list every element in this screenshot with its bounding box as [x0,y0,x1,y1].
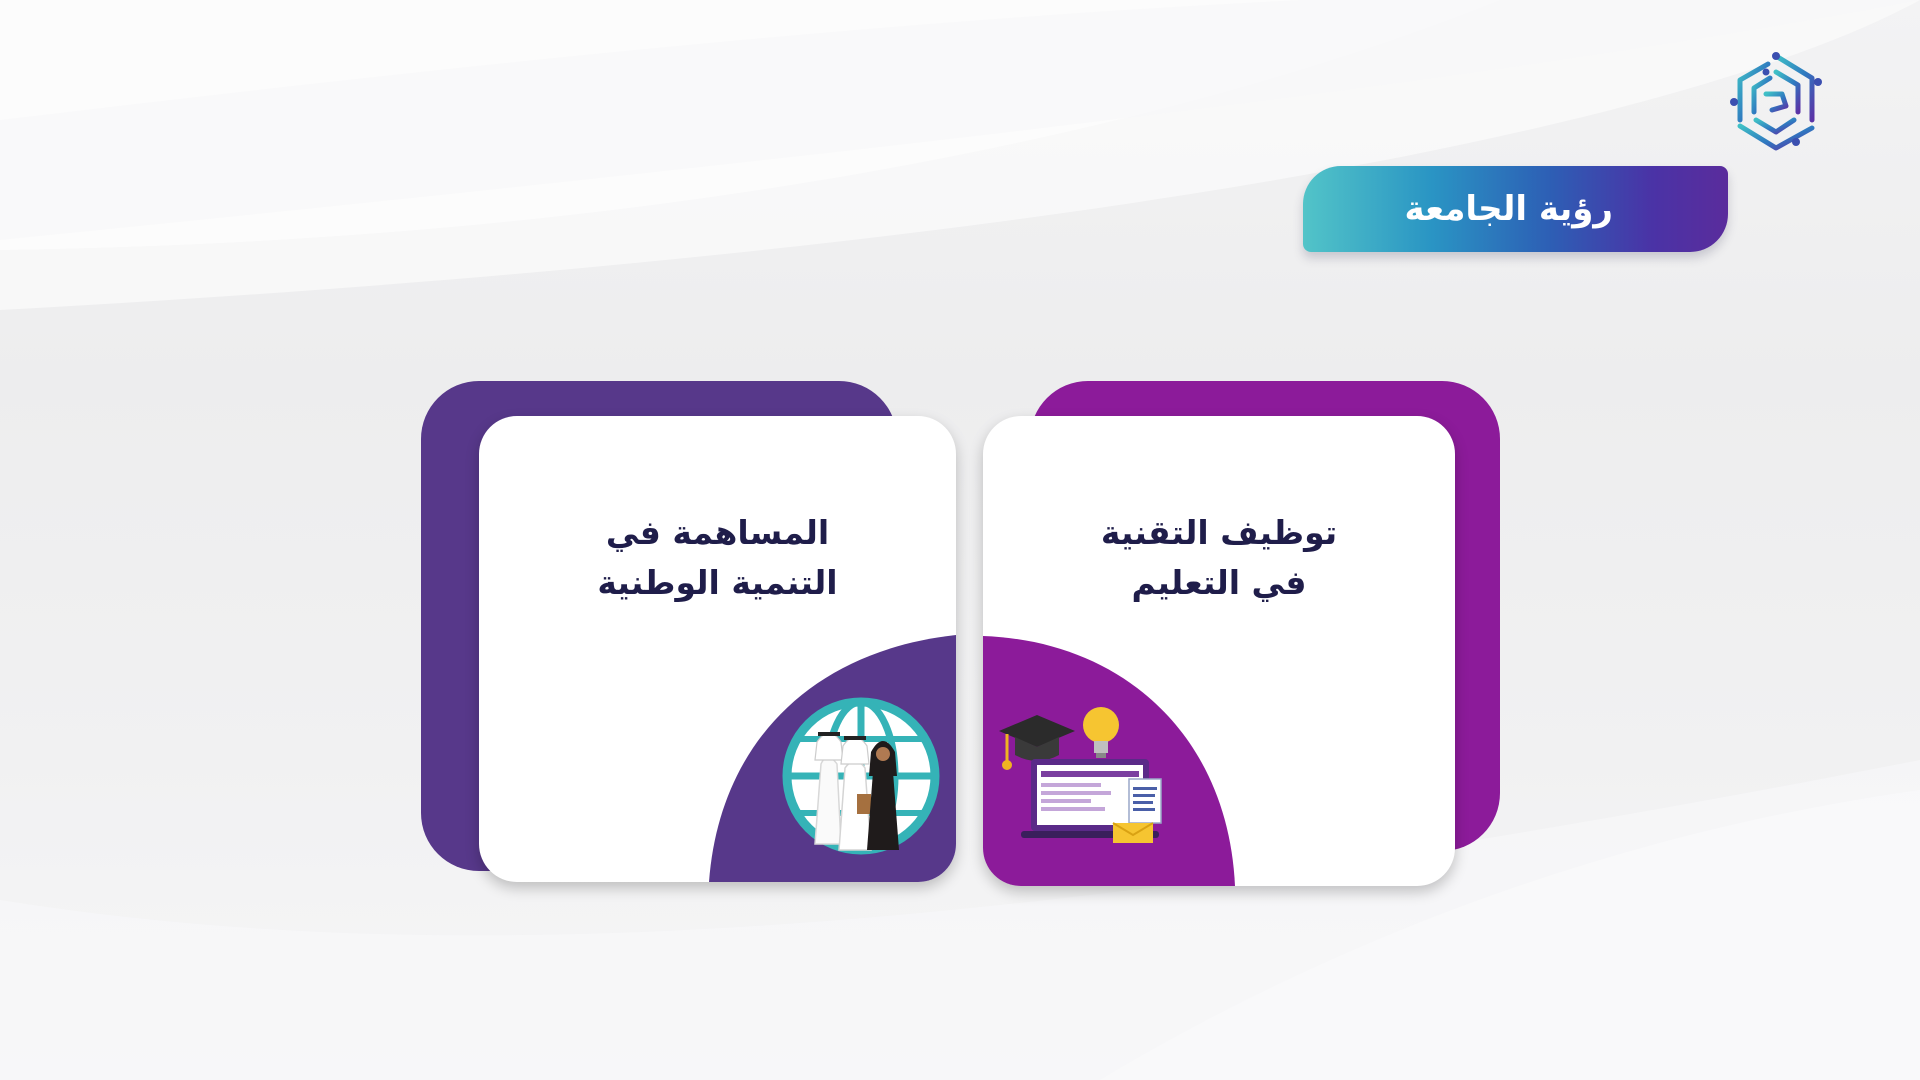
card-title-line-1: توظيف التقنية [1100,513,1338,552]
background-waves [0,0,1920,1080]
card-title-line-2: في التعليم [1131,563,1307,602]
card-national-development: المساهمة في التنمية الوطنية [479,416,956,882]
university-logo-icon [1730,52,1822,151]
card-title: توظيف التقنية في التعليم [983,508,1455,608]
card-title-line-1: المساهمة في [605,513,830,552]
education-technology-illustration [999,707,1162,843]
section-title: رؤية الجامعة [1404,189,1613,229]
card-title: المساهمة في التنمية الوطنية [479,508,956,608]
card-technology-education: توظيف التقنية في التعليم [983,416,1455,886]
section-title-banner: رؤية الجامعة [1303,166,1728,252]
card-title-line-2: التنمية الوطنية [597,563,838,602]
national-development-people-globe-illustration [782,697,940,855]
